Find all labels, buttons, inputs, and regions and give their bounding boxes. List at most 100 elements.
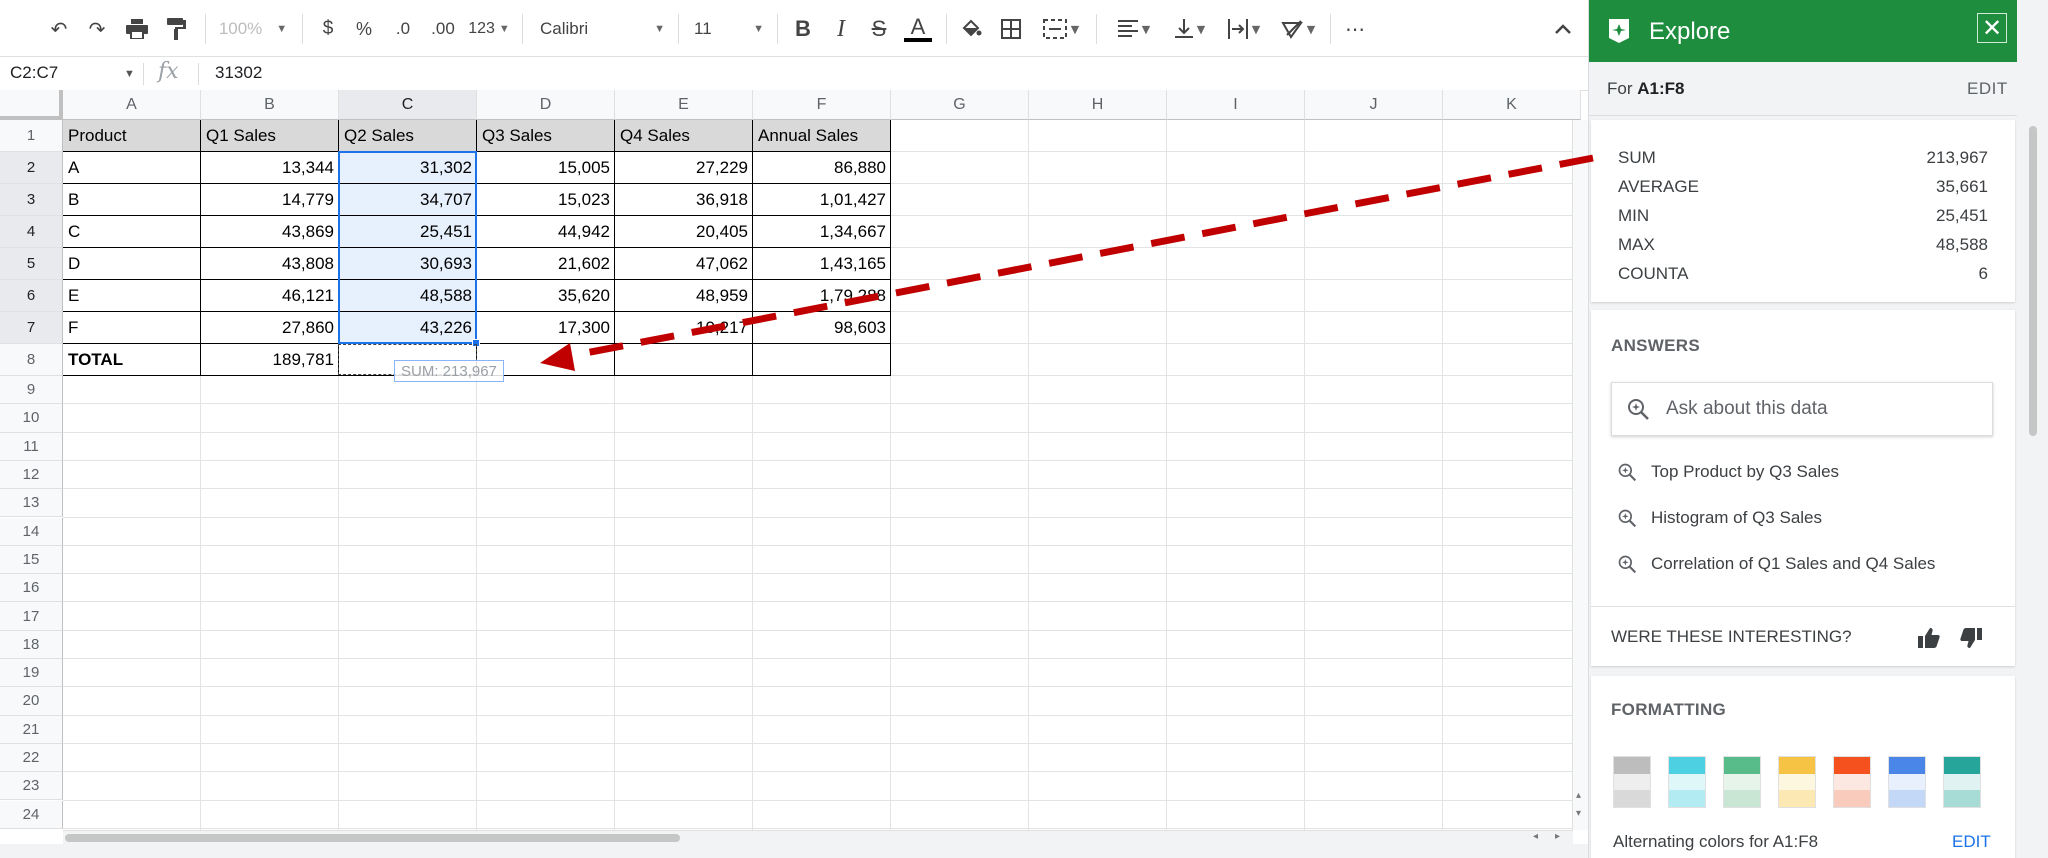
row-header[interactable]: 13: [0, 489, 63, 518]
color-swatch[interactable]: [1668, 756, 1706, 808]
column-header-cell[interactable]: Q1 Sales: [201, 120, 339, 152]
row-header[interactable]: 9: [0, 376, 63, 405]
data-cell[interactable]: 1,43,165: [753, 248, 891, 280]
horizontal-scrollbar[interactable]: ◂ ▸: [63, 830, 1573, 844]
font-select[interactable]: Calibri ▼: [540, 12, 665, 46]
strikethrough-icon[interactable]: S: [864, 12, 894, 46]
row-header[interactable]: 24: [0, 800, 63, 829]
row-header[interactable]: 3: [0, 184, 63, 216]
data-cell[interactable]: 98,603: [753, 312, 891, 344]
column-header[interactable]: A: [63, 90, 201, 120]
ask-input[interactable]: Ask about this data: [1611, 382, 1993, 436]
column-header[interactable]: I: [1167, 90, 1305, 120]
row-header[interactable]: 15: [0, 545, 63, 575]
data-cell[interactable]: 43,226: [339, 312, 477, 344]
data-cell[interactable]: 15,023: [477, 184, 615, 216]
formula-input[interactable]: 31302: [215, 63, 262, 83]
data-cell[interactable]: 48,588: [339, 280, 477, 312]
name-box[interactable]: C2:C7: [10, 63, 58, 83]
color-swatch[interactable]: [1943, 756, 1981, 808]
row-header[interactable]: 5: [0, 248, 63, 280]
thumbs-up-icon[interactable]: [1917, 626, 1941, 650]
select-all-corner[interactable]: [0, 90, 63, 120]
data-cell[interactable]: C: [63, 216, 201, 248]
data-cell[interactable]: E: [63, 280, 201, 312]
data-cell[interactable]: 35,620: [477, 280, 615, 312]
increase-decimal-button[interactable]: .00: [426, 12, 460, 46]
column-header-cell[interactable]: Annual Sales: [753, 120, 891, 152]
data-cell[interactable]: 43,808: [201, 248, 339, 280]
data-cell[interactable]: 1,79,288: [753, 280, 891, 312]
undo-icon[interactable]: ↶: [44, 12, 74, 46]
data-cell[interactable]: A: [63, 152, 201, 184]
row-header[interactable]: 17: [0, 602, 63, 631]
decrease-decimal-button[interactable]: .0: [388, 12, 418, 46]
scroll-up-icon[interactable]: ▴: [1576, 790, 1581, 801]
column-header[interactable]: G: [891, 90, 1029, 120]
row-header[interactable]: 10: [0, 404, 63, 433]
close-icon[interactable]: ✕: [1977, 13, 2007, 43]
data-cell[interactable]: 27,860: [201, 312, 339, 344]
column-header[interactable]: C: [339, 90, 477, 120]
column-header[interactable]: D: [477, 90, 615, 120]
data-cell[interactable]: 36,918: [615, 184, 753, 216]
data-cell[interactable]: 15,005: [477, 152, 615, 184]
total-cell[interactable]: [753, 344, 891, 376]
row-header[interactable]: 22: [0, 743, 63, 773]
data-cell[interactable]: 27,229: [615, 152, 753, 184]
column-header[interactable]: J: [1305, 90, 1443, 120]
panel-scrollbar-thumb[interactable]: [2029, 126, 2037, 436]
vertical-scrollbar[interactable]: ▴ ▾: [1572, 120, 1588, 830]
align-vertical-icon[interactable]: ▼: [1168, 12, 1212, 46]
spreadsheet-grid[interactable]: Product Q1 Sales Q2 Sales Q3 Sales Q4 Sales A…: [0, 90, 1581, 830]
collapse-toolbar-icon[interactable]: [1548, 12, 1578, 46]
data-cell[interactable]: 47,062: [615, 248, 753, 280]
bold-icon[interactable]: B: [788, 12, 818, 46]
row-header[interactable]: 11: [0, 432, 63, 461]
data-cell[interactable]: 48,959: [615, 280, 753, 312]
paint-format-icon[interactable]: [162, 12, 192, 46]
color-swatch[interactable]: [1613, 756, 1651, 808]
answer-suggestion[interactable]: Correlation of Q1 Sales and Q4 Sales: [1617, 554, 1935, 574]
row-header[interactable]: 19: [0, 659, 63, 688]
print-icon[interactable]: [122, 12, 152, 46]
data-cell[interactable]: 31,302: [339, 152, 477, 184]
data-cell[interactable]: D: [63, 248, 201, 280]
scroll-down-icon[interactable]: ▾: [1576, 808, 1581, 819]
data-cell[interactable]: 44,942: [477, 216, 615, 248]
row-header[interactable]: 12: [0, 460, 63, 490]
color-swatch[interactable]: [1888, 756, 1926, 808]
chevron-down-icon[interactable]: ▼: [124, 68, 135, 80]
row-header[interactable]: 21: [0, 715, 63, 744]
align-horizontal-icon[interactable]: ▼: [1112, 12, 1156, 46]
row-header[interactable]: 23: [0, 772, 63, 801]
column-header-cell[interactable]: Q4 Sales: [615, 120, 753, 152]
formatting-edit-button[interactable]: EDIT: [1952, 832, 1991, 852]
row-header[interactable]: 8: [0, 344, 63, 376]
data-cell[interactable]: 25,451: [339, 216, 477, 248]
total-cell[interactable]: [615, 344, 753, 376]
thumbs-down-icon[interactable]: [1959, 626, 1983, 650]
data-cell[interactable]: 1,34,667: [753, 216, 891, 248]
row-header[interactable]: 2: [0, 152, 63, 184]
merge-cells-icon[interactable]: ▼: [1036, 12, 1086, 46]
total-cell[interactable]: TOTAL: [63, 344, 201, 376]
zoom-select[interactable]: 100% ▼: [218, 12, 288, 46]
data-cell[interactable]: 21,602: [477, 248, 615, 280]
currency-button[interactable]: $: [316, 12, 340, 46]
column-header[interactable]: B: [201, 90, 339, 120]
data-cell[interactable]: 43,869: [201, 216, 339, 248]
column-header[interactable]: H: [1029, 90, 1167, 120]
row-header[interactable]: 20: [0, 687, 63, 716]
color-swatch[interactable]: [1723, 756, 1761, 808]
column-header-cell[interactable]: Product: [63, 120, 201, 152]
row-header[interactable]: 14: [0, 517, 63, 546]
data-cell[interactable]: 13,344: [201, 152, 339, 184]
text-rotation-icon[interactable]: ▼: [1276, 12, 1320, 46]
italic-icon[interactable]: I: [826, 12, 856, 46]
data-cell[interactable]: 20,405: [615, 216, 753, 248]
column-header[interactable]: E: [615, 90, 753, 120]
row-header[interactable]: 7: [0, 312, 63, 344]
scroll-left-icon[interactable]: ◂: [1533, 831, 1538, 842]
redo-icon[interactable]: ↷: [82, 12, 112, 46]
